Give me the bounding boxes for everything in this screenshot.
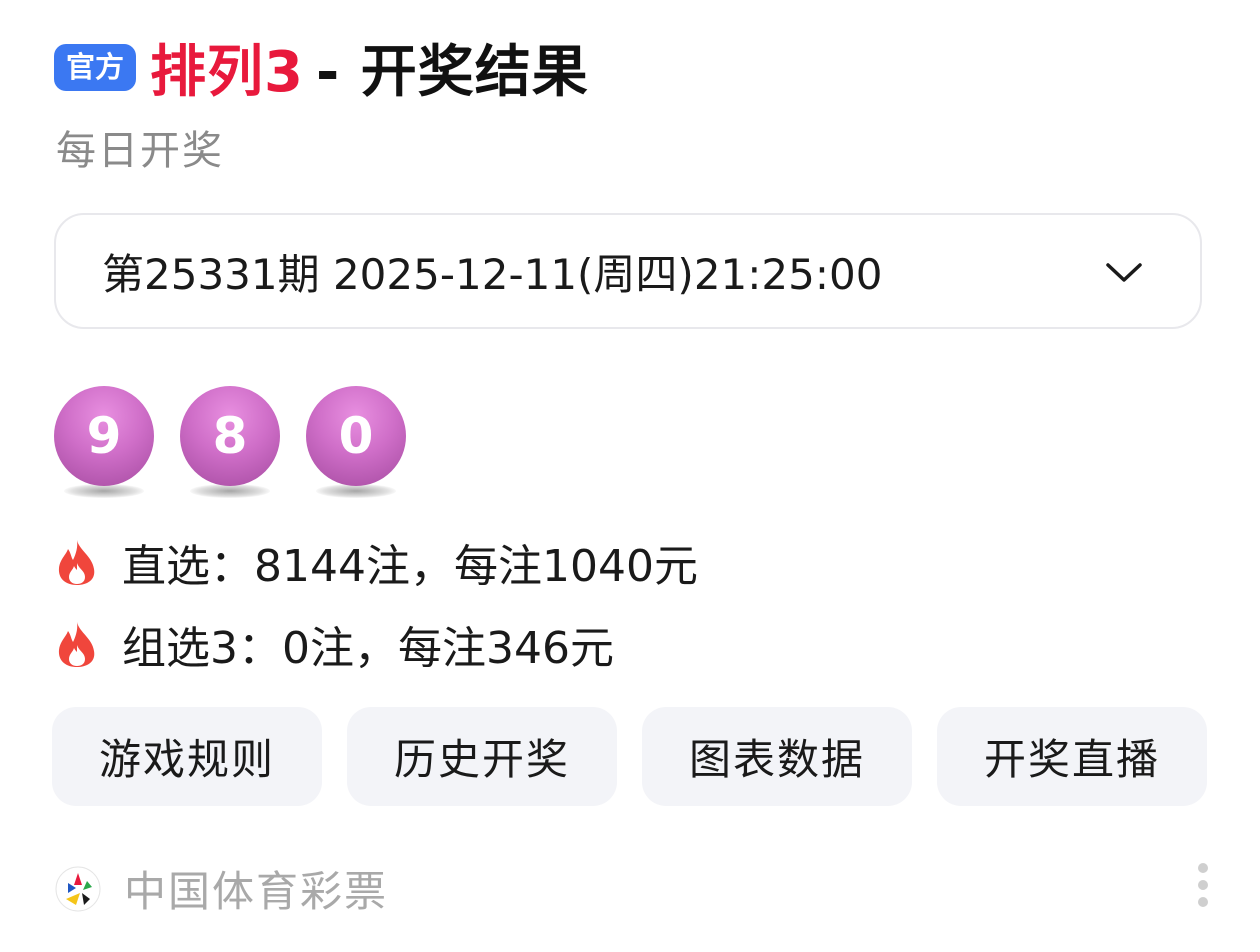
chart-data-button[interactable]: 图表数据 xyxy=(642,707,912,806)
draw-frequency: 每日开奖 xyxy=(56,128,224,174)
more-vertical-icon[interactable] xyxy=(1196,862,1210,908)
lottery-result-card: 官方 排列3 - 开奖结果 每日开奖 第25331期 2025-12-11(周四… xyxy=(0,0,1260,952)
number-ball: 0 xyxy=(306,386,406,501)
number-ball-value: 8 xyxy=(180,386,280,486)
source-name: 中国体育彩票 xyxy=(124,867,389,916)
ball-shadow xyxy=(316,484,396,498)
number-ball-value: 9 xyxy=(54,386,154,486)
number-ball: 9 xyxy=(54,386,154,501)
chevron-down-icon xyxy=(1106,263,1142,282)
draw-period-select[interactable]: 第25331期 2025-12-11(周四)21:25:00 xyxy=(54,213,1202,329)
prize-text: 直选：8144注，每注1040元 xyxy=(122,541,698,592)
prize-row-group3: 组选3：0注，每注346元 xyxy=(54,612,614,676)
history-results-button[interactable]: 历史开奖 xyxy=(347,707,617,806)
official-badge: 官方 xyxy=(54,43,137,91)
lottery-name[interactable]: 排列3 xyxy=(150,27,304,108)
fire-icon xyxy=(58,622,95,667)
ball-shadow xyxy=(190,484,270,498)
china-sports-lottery-logo xyxy=(55,866,101,911)
header: 官方 排列3 - 开奖结果 xyxy=(54,34,589,105)
prize-row-direct: 直选：8144注，每注1040元 xyxy=(54,530,698,594)
number-ball: 8 xyxy=(180,386,280,501)
prize-text: 组选3：0注，每注346元 xyxy=(122,623,614,674)
ball-shadow xyxy=(64,484,144,498)
page-title: - 开奖结果 xyxy=(315,39,589,105)
action-buttons: 游戏规则 历史开奖 图表数据 开奖直播 xyxy=(52,707,1207,806)
source-footer[interactable]: 中国体育彩票 xyxy=(54,858,388,919)
draw-period-label: 第25331期 2025-12-11(周四)21:25:00 xyxy=(102,249,883,299)
winning-numbers: 9 8 0 xyxy=(54,386,432,501)
number-ball-value: 0 xyxy=(306,386,406,486)
fire-icon xyxy=(58,540,95,585)
live-draw-button[interactable]: 开奖直播 xyxy=(937,707,1207,806)
game-rules-button[interactable]: 游戏规则 xyxy=(52,707,322,806)
